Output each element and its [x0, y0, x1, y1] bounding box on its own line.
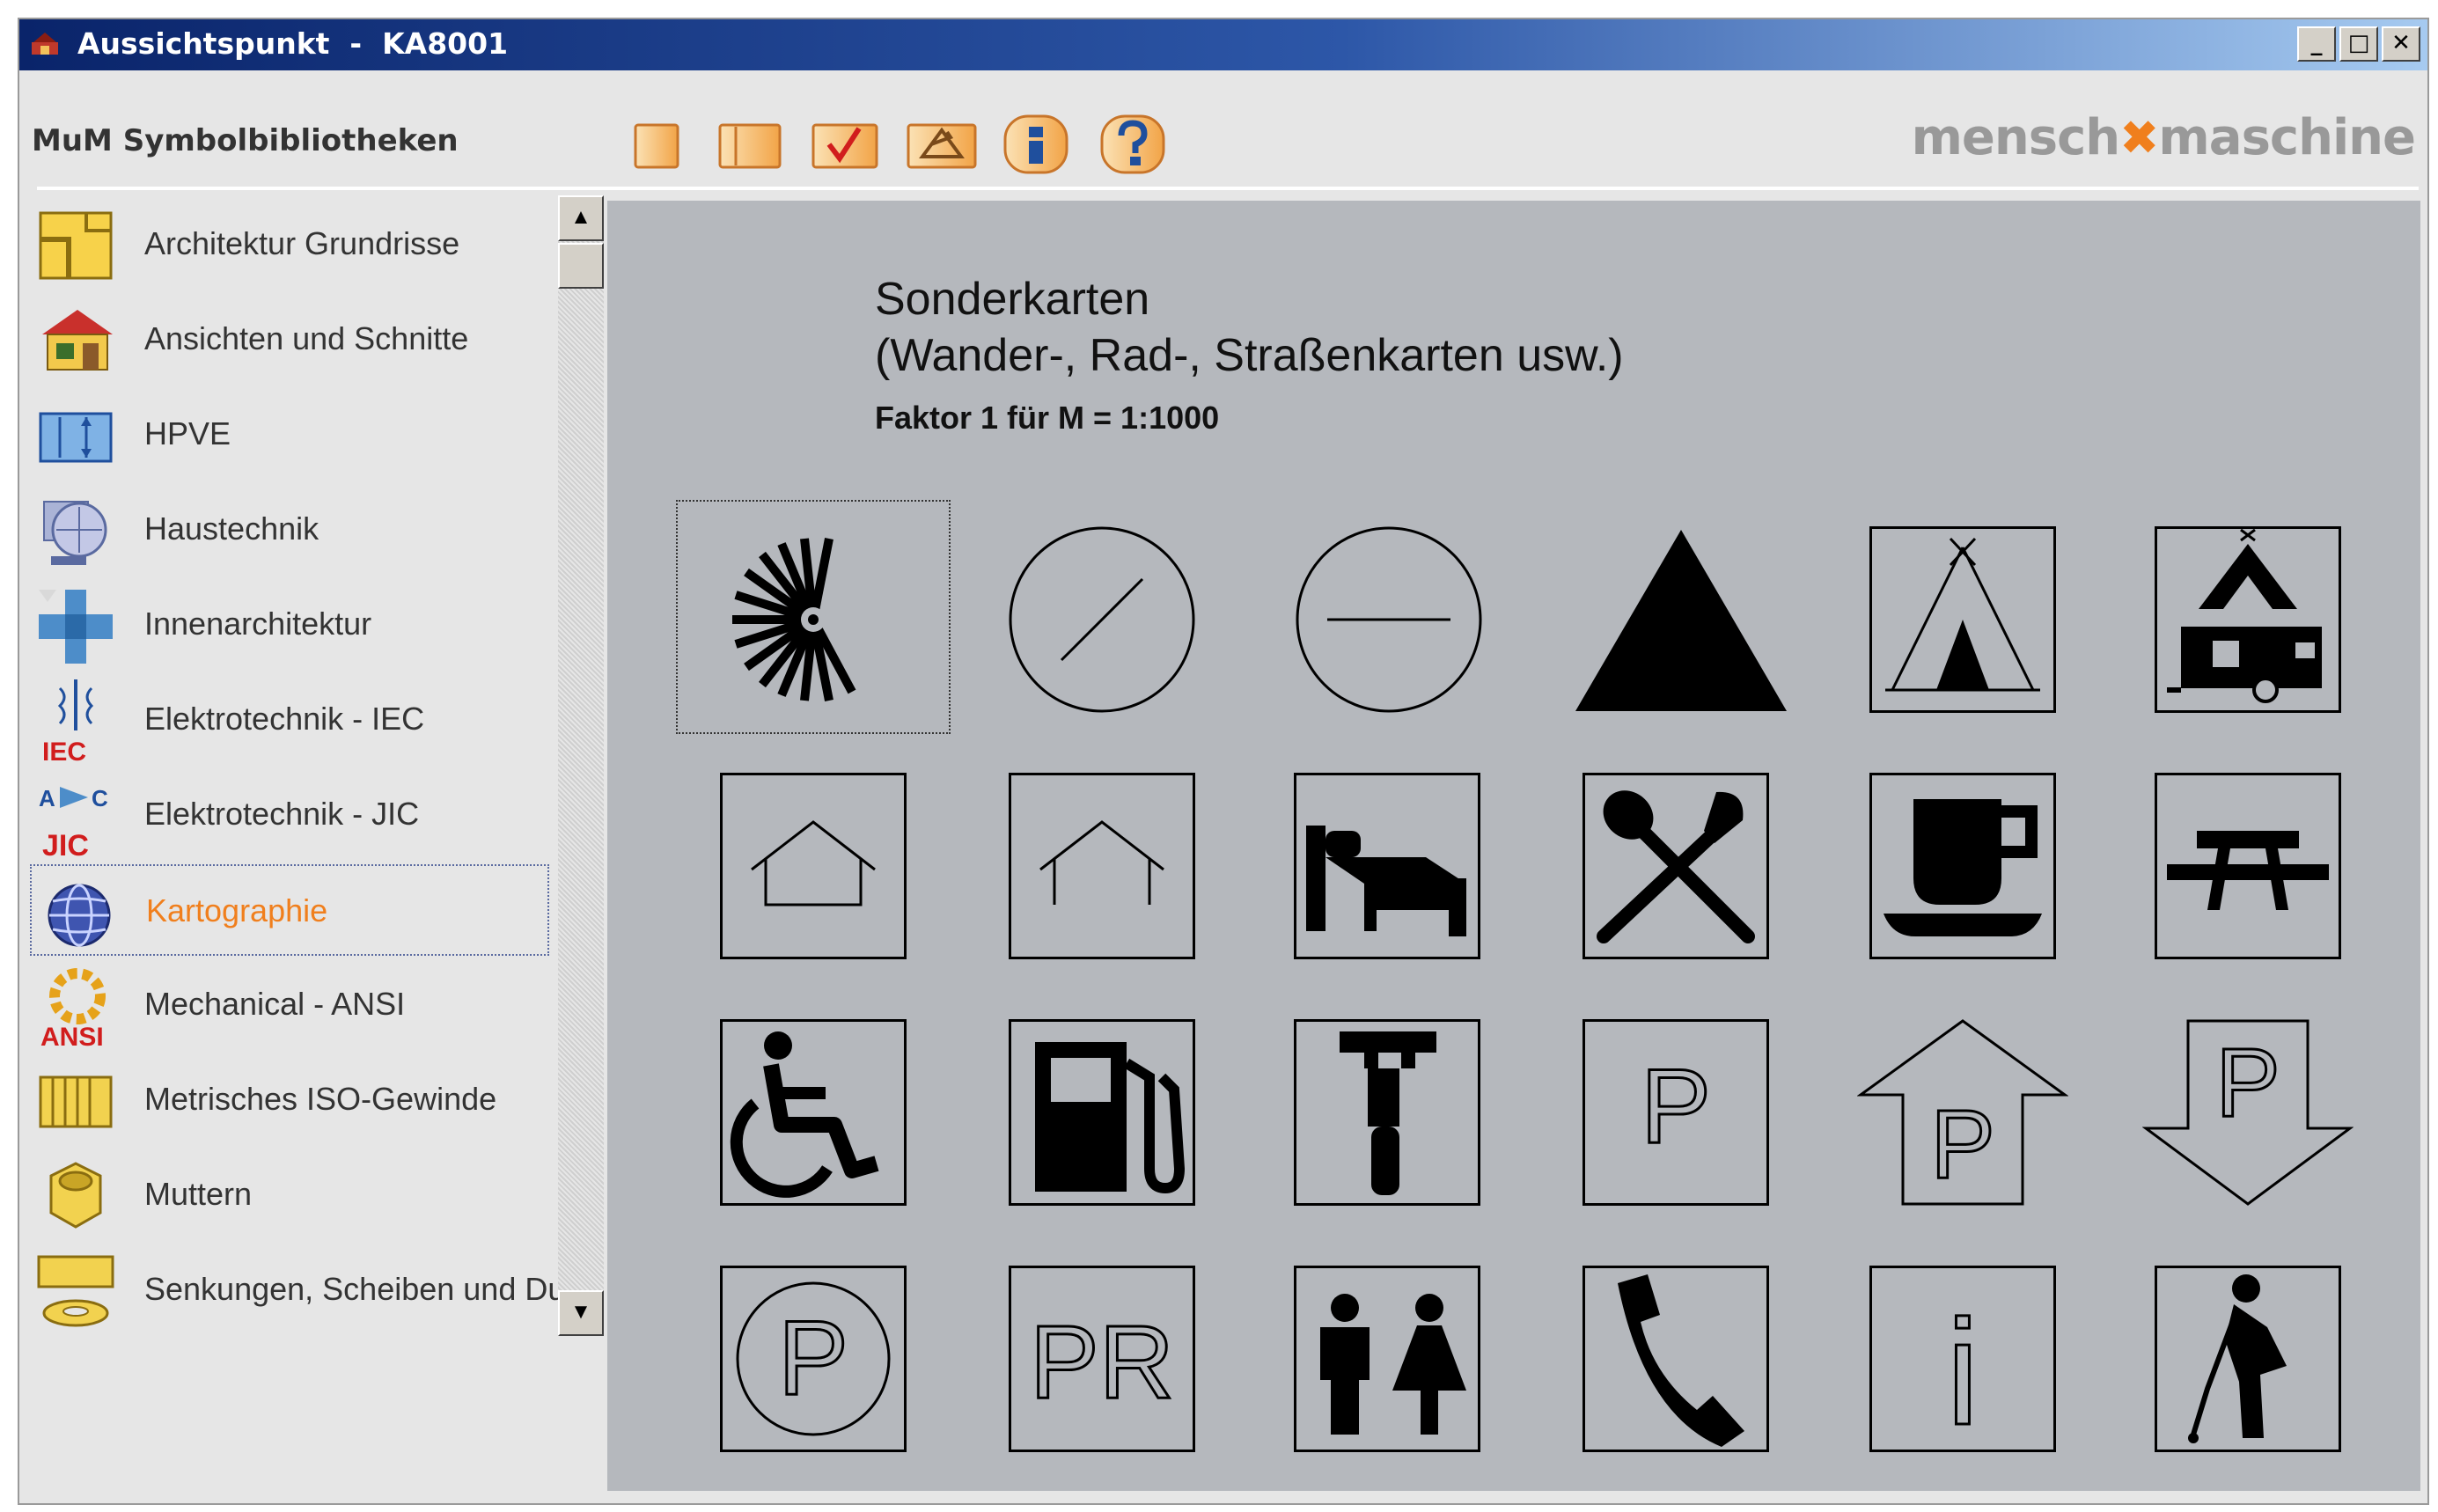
- toolbar: MuM Symbolbibliotheken mensch✖maschine: [19, 70, 2427, 192]
- app-icon: [32, 33, 58, 55]
- app-title: MuM Symbolbibliotheken: [32, 123, 459, 158]
- circle-minus-symbol[interactable]: [1296, 526, 1482, 713]
- house-icon: [42, 310, 113, 371]
- parking-symbol[interactable]: P: [1582, 1019, 1769, 1206]
- cafe-symbol[interactable]: [1869, 773, 2056, 959]
- parking-down-label: P: [2215, 1029, 2280, 1137]
- sidebar-item-innenarchitektur[interactable]: Innenarchitektur: [30, 579, 558, 671]
- app-window: Aussichtspunkt - KA8001 _ □ ✕ MuM Symbol…: [18, 18, 2429, 1505]
- scroll-thumb[interactable]: [558, 243, 604, 289]
- fuel-symbol[interactable]: [1009, 1019, 1195, 1206]
- page-title: Sonderkarten: [875, 274, 1150, 325]
- scroll-down-button[interactable]: ▼: [558, 1290, 604, 1336]
- globe-icon: [48, 884, 111, 947]
- sidebar-item-haustechnik[interactable]: Haustechnik: [30, 484, 558, 576]
- sidebar-item-muttern[interactable]: Muttern: [30, 1149, 558, 1241]
- nut-icon: [49, 1162, 102, 1229]
- sidebar-item-label: Senkungen, Scheiben und Du: [144, 1271, 566, 1307]
- tent-symbol[interactable]: [1869, 526, 2056, 713]
- info-icon[interactable]: [1002, 113, 1070, 176]
- floorplan-icon: [39, 211, 113, 280]
- close-button[interactable]: ✕: [2382, 26, 2420, 62]
- brand-logo: mensch✖maschine: [1911, 109, 2416, 166]
- sidebar-item-label: Haustechnik: [144, 510, 319, 547]
- picnic-symbol[interactable]: [2155, 773, 2341, 959]
- library-sidebar: Architektur Grundrisse Ansichten und Sch…: [28, 195, 609, 1473]
- sidebar-item-label: Muttern: [144, 1176, 253, 1212]
- house-symbol[interactable]: [720, 773, 907, 959]
- sidebar-item-ansichten[interactable]: Ansichten und Schnitte: [30, 294, 558, 385]
- iec-icon: IEC: [42, 679, 94, 764]
- sidebar-item-label: Innenarchitektur: [144, 606, 372, 642]
- sidebar-item-label: Kartographie: [146, 892, 328, 928]
- jic-tag: JIC: [42, 829, 89, 859]
- toilets-symbol[interactable]: [1294, 1266, 1480, 1452]
- sidebar-item-kartographie[interactable]: Kartographie: [30, 864, 549, 956]
- parking-down-symbol[interactable]: P: [2142, 1019, 2354, 1206]
- hpve-icon: [39, 412, 113, 463]
- maximize-button[interactable]: □: [2339, 26, 2378, 62]
- sidebar-scrollbar[interactable]: ▲ ▼: [558, 195, 604, 1336]
- park-and-ride-symbol[interactable]: PR: [1009, 1266, 1195, 1452]
- sidebar-item-elektrotechnik-jic[interactable]: A C JIC Elektrotechnik - JIC: [30, 769, 558, 861]
- information-label: i: [1946, 1289, 1979, 1452]
- sidebar-item-label: Elektrotechnik - JIC: [144, 796, 420, 832]
- thread-icon: [39, 1075, 113, 1128]
- triangle-symbol[interactable]: [1574, 526, 1788, 713]
- gear-icon: ANSI: [40, 968, 106, 1049]
- telephone-symbol[interactable]: [1582, 1266, 1769, 1452]
- check-icon[interactable]: [810, 118, 880, 172]
- wheelchair-symbol[interactable]: [720, 1019, 907, 1206]
- parking-circle-symbol[interactable]: P: [720, 1266, 907, 1452]
- shelter-symbol[interactable]: [1009, 773, 1195, 959]
- bed-symbol[interactable]: [1294, 773, 1480, 959]
- minimize-button[interactable]: _: [2297, 26, 2336, 62]
- haustechnik-icon: [43, 501, 107, 565]
- restaurant-symbol[interactable]: [1582, 773, 1769, 959]
- insert-icon[interactable]: [905, 118, 979, 172]
- washer-icon: [37, 1255, 114, 1327]
- sidebar-item-senkungen[interactable]: Senkungen, Scheiben und Du: [30, 1244, 565, 1336]
- open-icon[interactable]: [716, 118, 783, 172]
- sidebar-item-mechanical-ansi[interactable]: ANSI Mechanical - ANSI: [30, 959, 558, 1051]
- sidebar-item-label: Ansichten und Schnitte: [144, 320, 469, 356]
- page-subtitle: (Wander-, Rad-, Straßenkarten usw.): [875, 330, 1624, 381]
- parking-label: P: [1641, 1047, 1711, 1165]
- furniture-icon: [39, 590, 113, 664]
- sidebar-item-hpve[interactable]: HPVE: [30, 389, 558, 481]
- symbol-panel: Sonderkarten (Wander-, Rad-, Straßenkart…: [607, 201, 2420, 1491]
- sidebar-item-label: Mechanical - ANSI: [144, 986, 406, 1022]
- scroll-up-button[interactable]: ▲: [558, 195, 604, 241]
- help-icon[interactable]: [1098, 113, 1167, 176]
- sidebar-item-label: Metrisches ISO-Gewinde: [144, 1081, 497, 1117]
- repair-symbol[interactable]: [1294, 1019, 1480, 1206]
- sidebar-item-label: Architektur Grundrisse: [144, 225, 460, 261]
- scale-factor: Faktor 1 für M = 1:1000: [875, 400, 1220, 436]
- toolbar-divider: [37, 187, 2419, 190]
- jic-icon: A C JIC: [39, 785, 108, 859]
- sidebar-item-label: Elektrotechnik - IEC: [144, 701, 425, 737]
- golf-symbol[interactable]: [2155, 1266, 2341, 1452]
- svg-text:A: A: [39, 785, 55, 811]
- svg-text:C: C: [92, 785, 108, 811]
- title-bar[interactable]: Aussichtspunkt - KA8001 _ □ ✕: [19, 19, 2427, 70]
- sidebar-item-architektur[interactable]: Architektur Grundrisse: [30, 199, 558, 290]
- park-and-ride-label: PR: [1030, 1304, 1174, 1420]
- caravan-symbol[interactable]: [2155, 526, 2341, 713]
- ansi-tag: ANSI: [40, 1023, 104, 1049]
- sidebar-item-elektrotechnik-iec[interactable]: IEC Elektrotechnik - IEC: [30, 674, 558, 766]
- iec-tag: IEC: [42, 738, 86, 764]
- new-icon[interactable]: [632, 118, 681, 172]
- parking-up-symbol[interactable]: P: [1857, 1019, 2068, 1206]
- viewpoint-symbol[interactable]: [720, 526, 907, 713]
- information-symbol[interactable]: i: [1869, 1266, 2056, 1452]
- sidebar-item-label: HPVE: [144, 415, 231, 451]
- sidebar-item-iso-gewinde[interactable]: Metrisches ISO-Gewinde: [30, 1054, 558, 1146]
- parking-circle-label: P: [778, 1299, 848, 1417]
- circle-slash-symbol[interactable]: [1009, 526, 1195, 713]
- window-title: Aussichtspunkt - KA8001: [77, 26, 509, 61]
- parking-up-label: P: [1930, 1090, 1994, 1199]
